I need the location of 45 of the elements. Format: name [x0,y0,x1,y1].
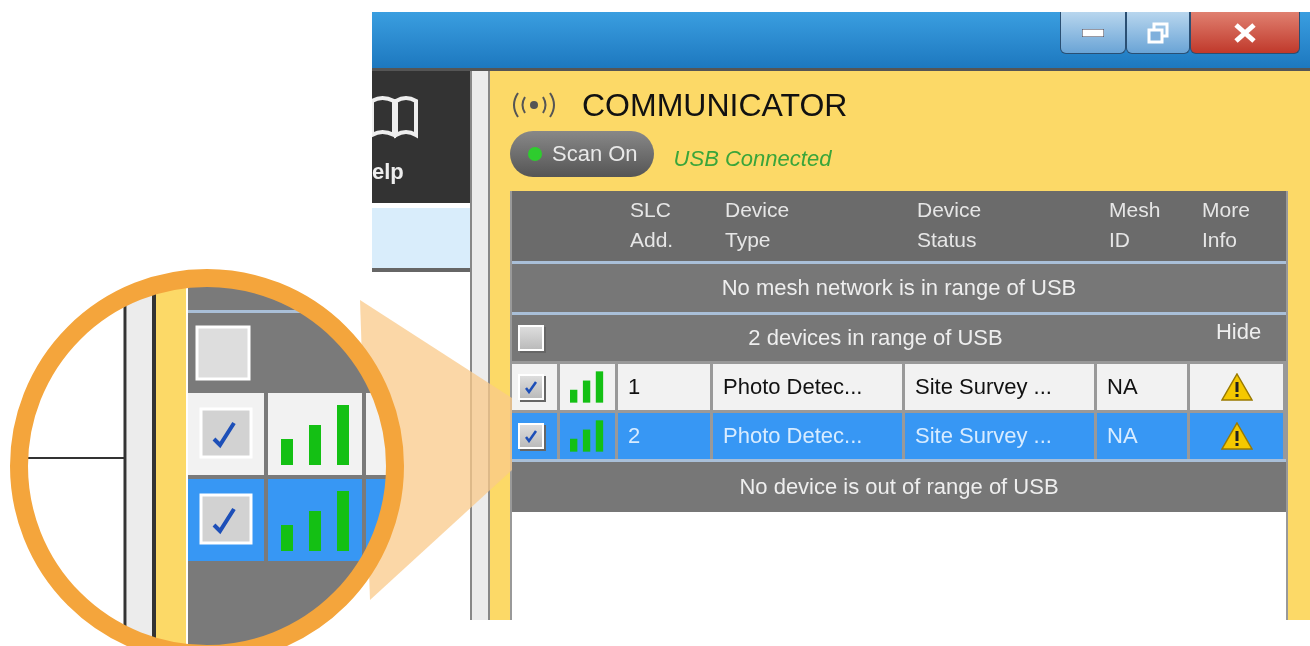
panel-title: COMMUNICATOR [582,86,848,124]
signal-icon [570,419,605,453]
table-cell: Photo Detec... [713,361,905,410]
row-select-cell[interactable] [512,361,560,410]
hide-button[interactable]: Hide [1191,319,1286,345]
group-label: 2 devices in range of USB [747,325,1004,351]
column-header: Status [917,227,978,253]
table-cell: Site Survey ... [905,410,1097,459]
column-header: Device [725,197,791,223]
minimize-button[interactable] [1060,12,1126,54]
close-button[interactable] [1190,12,1300,54]
minimize-icon [1082,28,1104,37]
column-header: Info [1202,227,1239,253]
checkbox[interactable] [518,423,544,449]
table-cell: NA [1097,410,1190,459]
column-header: Device [917,197,983,223]
help-button[interactable]: elp [372,71,470,203]
connection-status: USB Connected [673,146,832,172]
wireless-icon [510,92,558,118]
table-cell: Site Survey ... [905,361,1097,410]
out-of-range-message: No device is out of range of USB [739,474,1059,500]
book-icon [372,95,418,139]
column-header: Type [725,227,772,253]
warning-icon [1220,373,1253,401]
checkbox[interactable] [518,325,544,351]
table-cell: 1 [618,361,713,410]
scan-button[interactable]: Scan On [510,131,654,177]
checkmark-icon [524,429,538,443]
warning-icon [1220,422,1253,450]
checkbox[interactable] [518,374,544,400]
checkmark-icon [524,380,538,394]
column-header: More [1202,197,1251,223]
row-select-cell[interactable] [512,410,560,459]
column-header: Mesh [1109,197,1162,223]
table-cell: NA [1097,361,1190,410]
restore-icon [1147,21,1169,44]
signal-icon [570,370,605,404]
column-header: Add. [630,227,675,253]
close-icon [1233,22,1257,43]
mesh-message: No mesh network is in range of USB [721,275,1077,301]
column-header: SLC [630,197,672,223]
column-header: ID [1109,227,1131,253]
table-cell: 2 [618,410,713,459]
table-cell: Photo Detec... [713,410,905,459]
maximize-button[interactable] [1126,12,1190,54]
